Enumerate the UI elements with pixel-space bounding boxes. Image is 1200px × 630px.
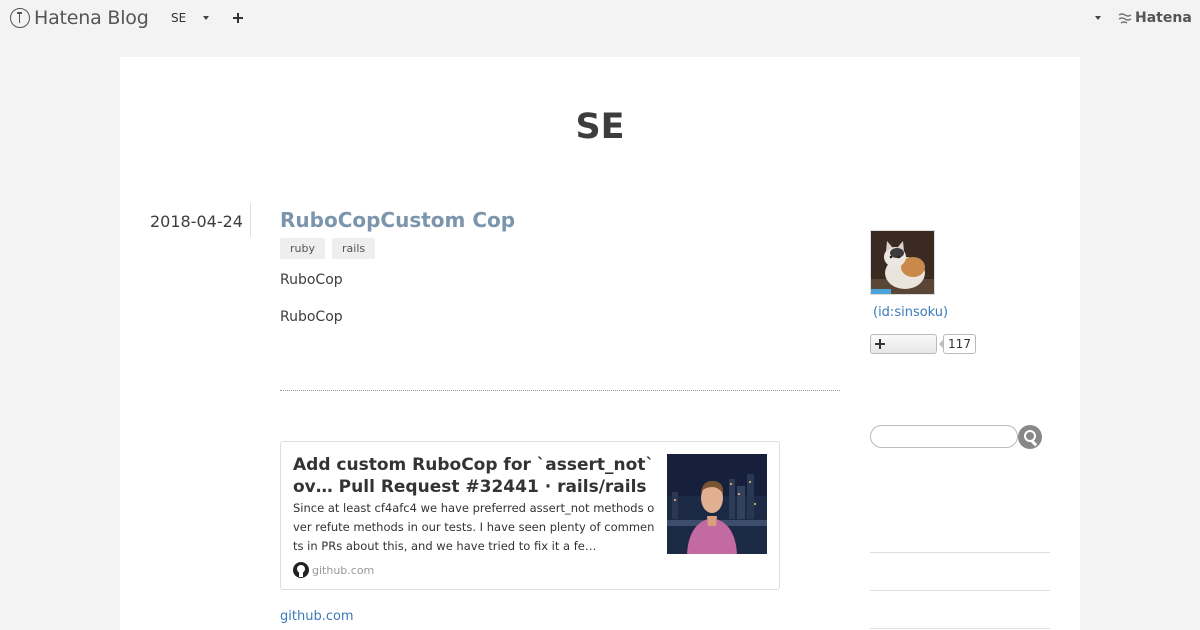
blog-container: SE 2018-04-24 RuboCopCustom Cop ruby rai… [120,57,1080,630]
profile-avatar[interactable] [870,230,935,295]
global-header: Hatena Blog SE Hatena [0,0,1200,38]
entry-categories: ruby rails [280,238,376,259]
github-link-card[interactable]: Add custom RuboCop for `assert_not` ov… … [280,441,780,590]
blog-switcher-caret-icon[interactable] [203,16,209,20]
entry-divider [280,390,840,391]
subscriber-count: 117 [939,334,976,354]
account-menu-caret-icon[interactable] [1095,16,1101,20]
sidebar-divider [870,628,1050,629]
link-card-thumbnail[interactable] [667,454,767,554]
blog-title[interactable]: SE [120,107,1080,147]
profile-id-link[interactable]: (id:sinsoku) [873,305,948,320]
link-card-description: Since at least cf4afc4 we have preferred… [293,501,655,553]
category-tag-ruby[interactable]: ruby [280,238,325,259]
entry-date[interactable]: 2018-04-24 [150,212,243,231]
category-tag-rails[interactable]: rails [332,238,376,259]
hatena-brand-link[interactable]: Hatena [1118,10,1192,26]
sidebar-divider [870,552,1050,553]
hatena-brand-text: Hatena [1135,10,1192,26]
search-input[interactable] [870,425,1018,448]
subscribe-button[interactable] [870,334,937,354]
entry-title[interactable]: RuboCopCustom Cop [280,208,515,232]
cat-avatar-icon [871,231,934,294]
author-photo-thumbnail [667,454,767,554]
blog-switcher[interactable]: SE [171,11,186,25]
link-card-footer: github.com [293,562,374,578]
source-link[interactable]: github.com [280,609,354,624]
sidebar-divider [870,590,1050,591]
search-icon[interactable] [1018,425,1042,449]
date-divider [250,203,251,237]
entry-paragraph: RuboCop [280,272,343,288]
entry-paragraph: RuboCop [280,309,343,325]
link-card-domain[interactable]: github.com [312,564,374,577]
new-post-plus-icon[interactable] [232,12,244,24]
hatena-brand-icon [1118,13,1132,24]
logo-text: Hatena Blog [34,7,149,29]
hatena-logo-icon [10,8,30,28]
link-card-title[interactable]: Add custom RuboCop for `assert_not` ov… … [293,454,658,498]
hatena-blog-logo[interactable]: Hatena Blog [10,6,149,30]
github-icon [293,562,309,578]
